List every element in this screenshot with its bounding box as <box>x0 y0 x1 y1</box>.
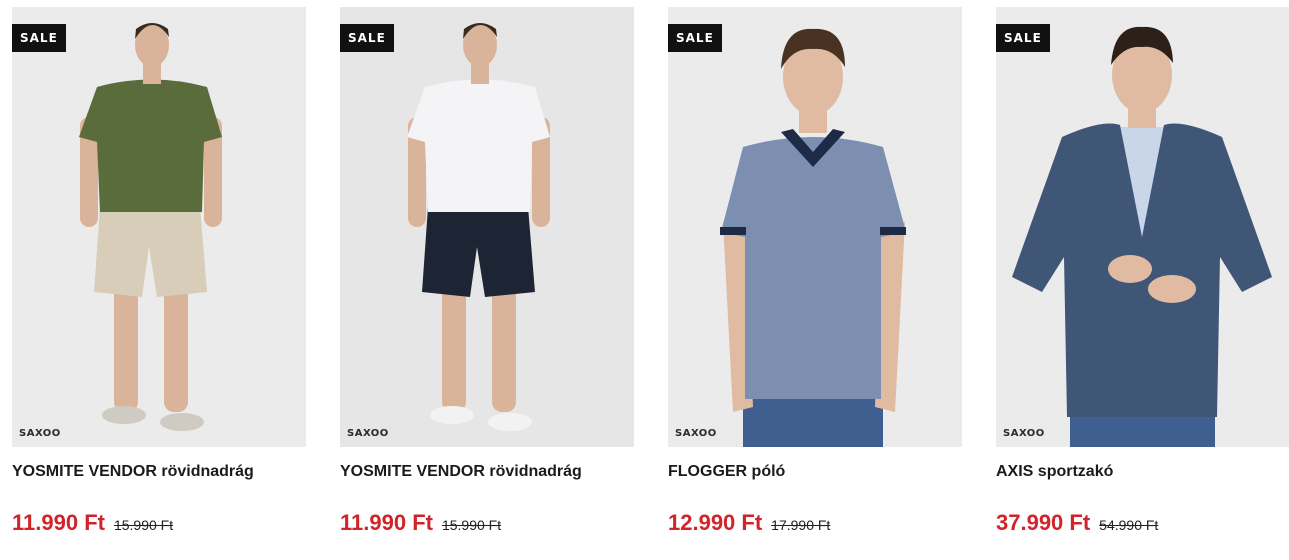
brand-logo: SAXOO <box>347 428 389 439</box>
sale-badge: SALE <box>668 24 722 52</box>
product-image[interactable]: SALE SAXOO <box>668 7 962 447</box>
product-image[interactable]: SALE SAXOO <box>996 7 1289 447</box>
product-photo <box>720 28 906 447</box>
product-title[interactable]: FLOGGER póló <box>668 462 962 482</box>
price-row: 12.990 Ft 17.990 Ft <box>668 510 962 536</box>
brand-logo: SAXOO <box>19 428 61 439</box>
product-card[interactable]: SALE SAXOO AXIS sportzakó 37.990 Ft 54.9… <box>996 7 1289 536</box>
product-title[interactable]: AXIS sportzakó <box>996 462 1289 482</box>
brand-logo: SAXOO <box>1003 428 1045 439</box>
product-title[interactable]: YOSMITE VENDOR rövidnadrág <box>340 462 634 482</box>
product-card[interactable]: SALE SAXOO YOSMITE VENDOR rövidnadrág 11… <box>340 7 634 536</box>
product-image[interactable]: SALE SAXOO <box>340 7 634 447</box>
sale-price: 11.990 Ft <box>12 510 105 535</box>
price-row: 11.990 Ft 15.990 Ft <box>340 510 634 536</box>
original-price: 54.990 Ft <box>1099 517 1159 533</box>
brand-logo: SAXOO <box>675 428 717 439</box>
product-card[interactable]: SALE SAXOO YOSMITE VENDOR rövidnadrág 11… <box>12 7 306 536</box>
product-photo <box>1012 26 1272 447</box>
sale-price: 12.990 Ft <box>668 510 763 535</box>
product-card[interactable]: SALE SAXOO FLOGGER póló 12.990 Ft 17.990… <box>668 7 962 536</box>
price-row: 37.990 Ft 54.990 Ft <box>996 510 1289 536</box>
product-image[interactable]: SALE SAXOO <box>12 7 306 447</box>
sale-price: 11.990 Ft <box>340 510 433 535</box>
product-title[interactable]: YOSMITE VENDOR rövidnadrág <box>12 462 306 482</box>
original-price: 15.990 Ft <box>113 517 174 533</box>
sale-badge: SALE <box>340 24 394 52</box>
product-photo <box>407 23 550 431</box>
original-price: 15.990 Ft <box>441 517 502 533</box>
original-price: 17.990 Ft <box>771 517 831 533</box>
product-grid: SALE SAXOO YOSMITE VENDOR rövidnadrág 11… <box>0 0 1289 560</box>
sale-price: 37.990 Ft <box>996 510 1091 535</box>
product-photo <box>79 23 222 431</box>
sale-badge: SALE <box>12 24 66 52</box>
price-row: 11.990 Ft 15.990 Ft <box>12 510 306 536</box>
sale-badge: SALE <box>996 24 1050 52</box>
